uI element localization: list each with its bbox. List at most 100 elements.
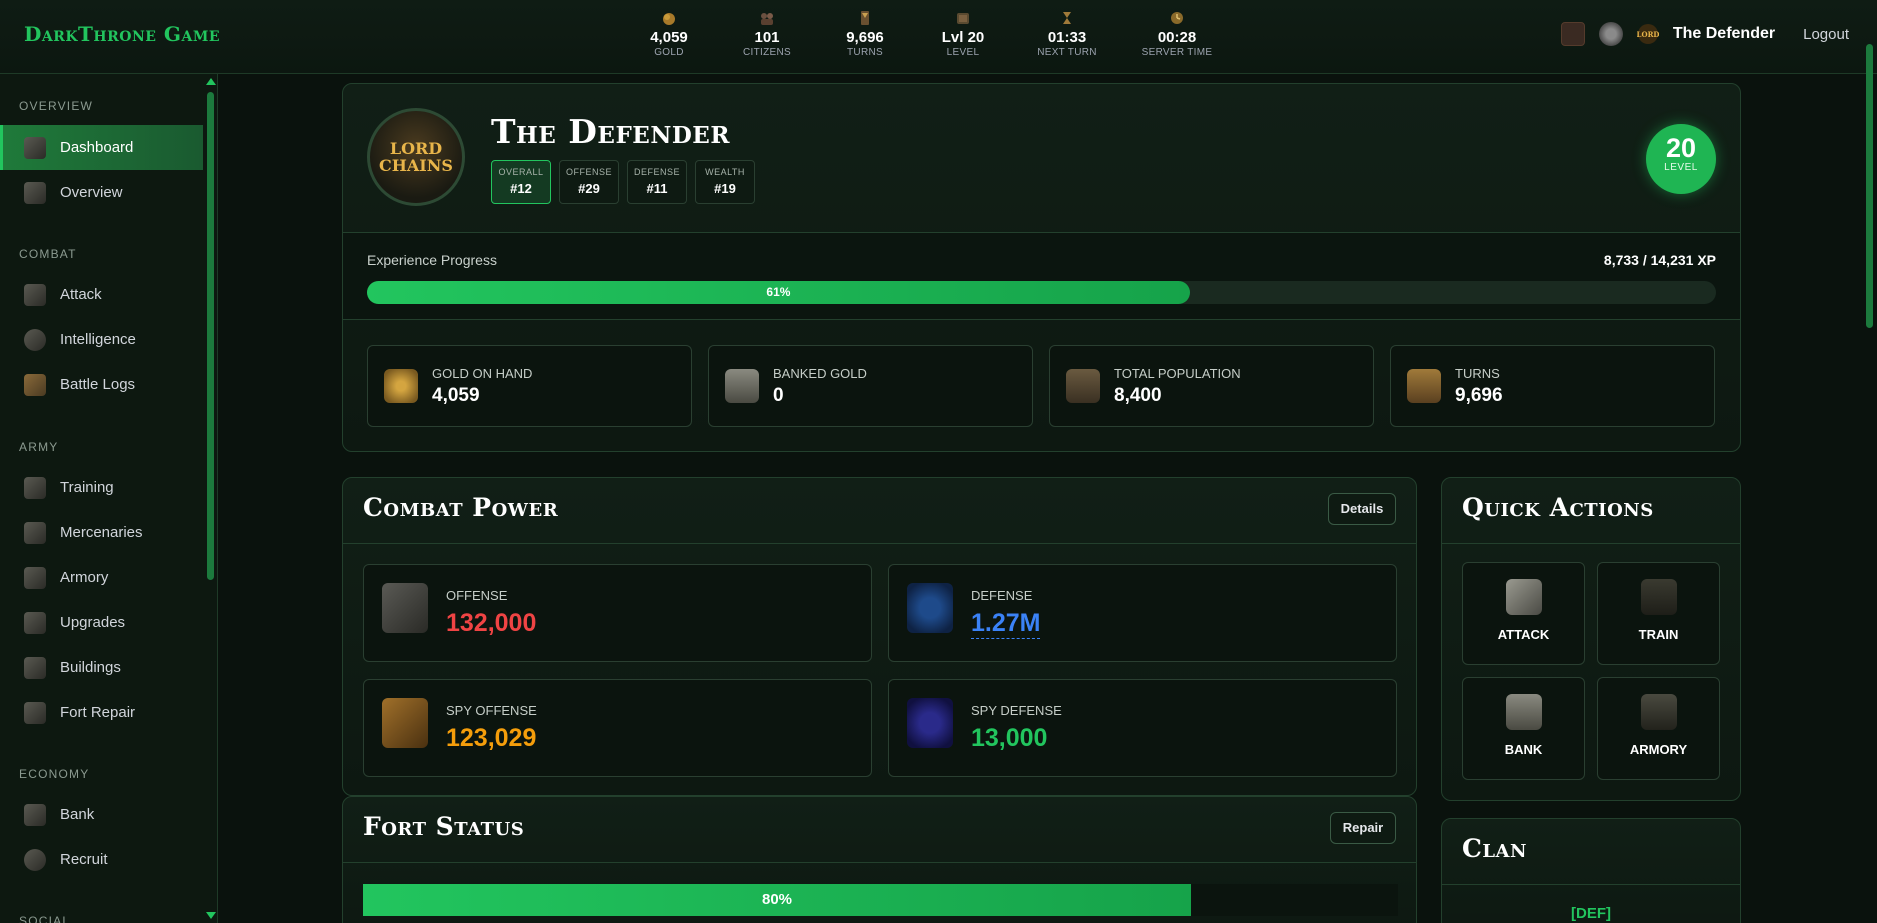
quick-bank-button[interactable]: BANK [1462, 677, 1585, 780]
scroll-up-arrow[interactable] [206, 78, 216, 85]
xp-label: Experience Progress [367, 252, 497, 268]
hooded-figure-icon [907, 698, 953, 748]
clan-card: Clan [DEF] [1441, 818, 1741, 923]
top-bar: DarkThrone Game 4,059 GOLD 101 CITIZENS … [0, 0, 1877, 74]
armor-shield-icon [1640, 694, 1677, 730]
stat-level: Lvl 20 LEVEL [914, 10, 1012, 66]
buildings-icon [24, 656, 46, 679]
resource-banked-gold: BANKED GOLD 0 [708, 345, 1033, 427]
tent-icon [24, 476, 46, 499]
sidebar-item-overview[interactable]: Overview [0, 170, 203, 215]
logbook-icon [24, 373, 46, 396]
sidebar-item-armory[interactable]: Armory [0, 555, 203, 600]
combat-power-card: Combat Power Details OFFENSE 132,000 DEF… [342, 477, 1417, 796]
fort-status-title: Fort Status [363, 812, 525, 841]
resource-total-population: TOTAL POPULATION 8,400 [1049, 345, 1374, 427]
combat-power-title: Combat Power [363, 493, 559, 522]
quick-train-button[interactable]: TRAIN [1597, 562, 1720, 665]
rank-overall: OVERALL #12 [491, 160, 551, 204]
bank-icon [1505, 694, 1542, 730]
hourglass-icon [1063, 12, 1071, 24]
divider [1442, 884, 1740, 885]
sidebar-item-dashboard[interactable]: Dashboard [0, 125, 203, 170]
crossed-swords-icon [1505, 579, 1542, 615]
rank-wealth: WEALTH #19 [695, 160, 755, 204]
resource-turns: TURNS 9,696 [1390, 345, 1715, 427]
stat-turns: 9,696 TURNS [816, 10, 914, 66]
sidebar-item-training[interactable]: Training [0, 465, 203, 510]
xp-progress-bar: 61% [367, 281, 1716, 304]
sidebar-item-intelligence[interactable]: Intelligence [0, 317, 203, 362]
sidebar-item-fort-repair[interactable]: Fort Repair [0, 690, 203, 735]
defense-stat: DEFENSE 1.27M [888, 564, 1397, 662]
sidebar-section-combat: COMBAT [19, 247, 77, 261]
sidebar-item-battle-logs[interactable]: Battle Logs [0, 362, 203, 407]
sidebar-item-upgrades[interactable]: Upgrades [0, 600, 203, 645]
bank-icon [24, 803, 46, 826]
rank-defense: DEFENSE #11 [627, 160, 687, 204]
stat-citizens: 101 CITIZENS [718, 10, 816, 66]
user-avatar-icon[interactable]: LORD [1637, 23, 1659, 45]
spy-offense-stat: SPY OFFENSE 123,029 [363, 679, 872, 777]
fort-health-fill: 80% [363, 884, 1191, 916]
hourglass-icon [1407, 369, 1441, 403]
sidebar-item-mercenaries[interactable]: Mercenaries [0, 510, 203, 555]
sidebar-item-bank[interactable]: Bank [0, 792, 203, 837]
sidebar-section-social: SOCIAL [19, 914, 71, 923]
offense-stat: OFFENSE 132,000 [363, 564, 872, 662]
quick-actions-card: Quick Actions ATTACK TRAIN BANK ARMORY [1441, 477, 1741, 801]
quick-attack-button[interactable]: ATTACK [1462, 562, 1585, 665]
sidebar-scrollbar[interactable] [207, 92, 214, 580]
xp-value: 8,733 / 14,231 XP [1603, 252, 1716, 268]
scroll-icon [24, 181, 46, 204]
user-name[interactable]: The Defender [1673, 25, 1775, 43]
sidebar: OVERVIEW Dashboard Overview COMBAT Attac… [0, 74, 218, 923]
citizens-icon [761, 13, 773, 25]
spy-defense-stat: SPY DEFENSE 13,000 [888, 679, 1397, 777]
player-avatar: LORD CHAINS [367, 108, 465, 206]
gold-coins-icon [663, 13, 675, 25]
quick-actions-title: Quick Actions [1462, 493, 1654, 522]
quick-armory-button[interactable]: ARMORY [1597, 677, 1720, 780]
gear-icon[interactable] [1598, 22, 1623, 46]
sidebar-item-recruit[interactable]: Recruit [0, 837, 203, 882]
mail-icon[interactable] [1560, 22, 1585, 46]
rank-offense: OFFENSE #29 [559, 160, 619, 204]
spy-icon [382, 698, 428, 748]
sidebar-group-overview: OVERVIEW [0, 99, 93, 113]
shield-icon [907, 583, 953, 633]
svg-text:LORD: LORD [1637, 30, 1659, 39]
sidebar-item-attack[interactable]: Attack [0, 272, 203, 317]
level-icon [957, 13, 969, 24]
main-scrollbar[interactable] [1866, 44, 1873, 328]
stat-gold: 4,059 GOLD [620, 10, 718, 66]
divider [1442, 543, 1740, 544]
user-menu: LORD The Defender Logout [1560, 22, 1849, 46]
mercenary-shield-icon [24, 521, 46, 544]
turns-icon [861, 11, 869, 25]
stat-next-turn: 01:33 NEXT TURN [1012, 10, 1122, 66]
brand-title[interactable]: DarkThrone Game [24, 22, 220, 46]
sidebar-item-buildings[interactable]: Buildings [0, 645, 203, 690]
population-icon [1066, 369, 1100, 403]
sidebar-section-overview: OVERVIEW [19, 99, 94, 113]
crossed-swords-icon [24, 283, 46, 306]
clan-tag[interactable]: [DEF] [1442, 905, 1740, 922]
clan-title: Clan [1462, 834, 1527, 863]
recruit-icon [24, 848, 46, 871]
hood-icon [24, 328, 46, 351]
divider [343, 862, 1416, 863]
repair-button[interactable]: Repair [1330, 812, 1396, 844]
sidebar-section-army: ARMY [19, 440, 59, 454]
divider [343, 543, 1416, 544]
fort-health-bar: 80% [363, 884, 1398, 916]
scroll-down-arrow[interactable] [206, 912, 216, 919]
tent-icon [1640, 579, 1677, 615]
profile-card: LORD CHAINS The Defender OVERALL #12 OFF… [342, 83, 1741, 452]
resource-stats: 4,059 GOLD 101 CITIZENS 9,696 TURNS Lvl … [620, 10, 1232, 66]
logout-link[interactable]: Logout [1803, 26, 1849, 43]
details-button[interactable]: Details [1328, 493, 1396, 525]
gold-pile-icon [384, 369, 418, 403]
bank-icon [725, 369, 759, 403]
stat-server-time: 00:28 SERVER TIME [1122, 10, 1232, 66]
